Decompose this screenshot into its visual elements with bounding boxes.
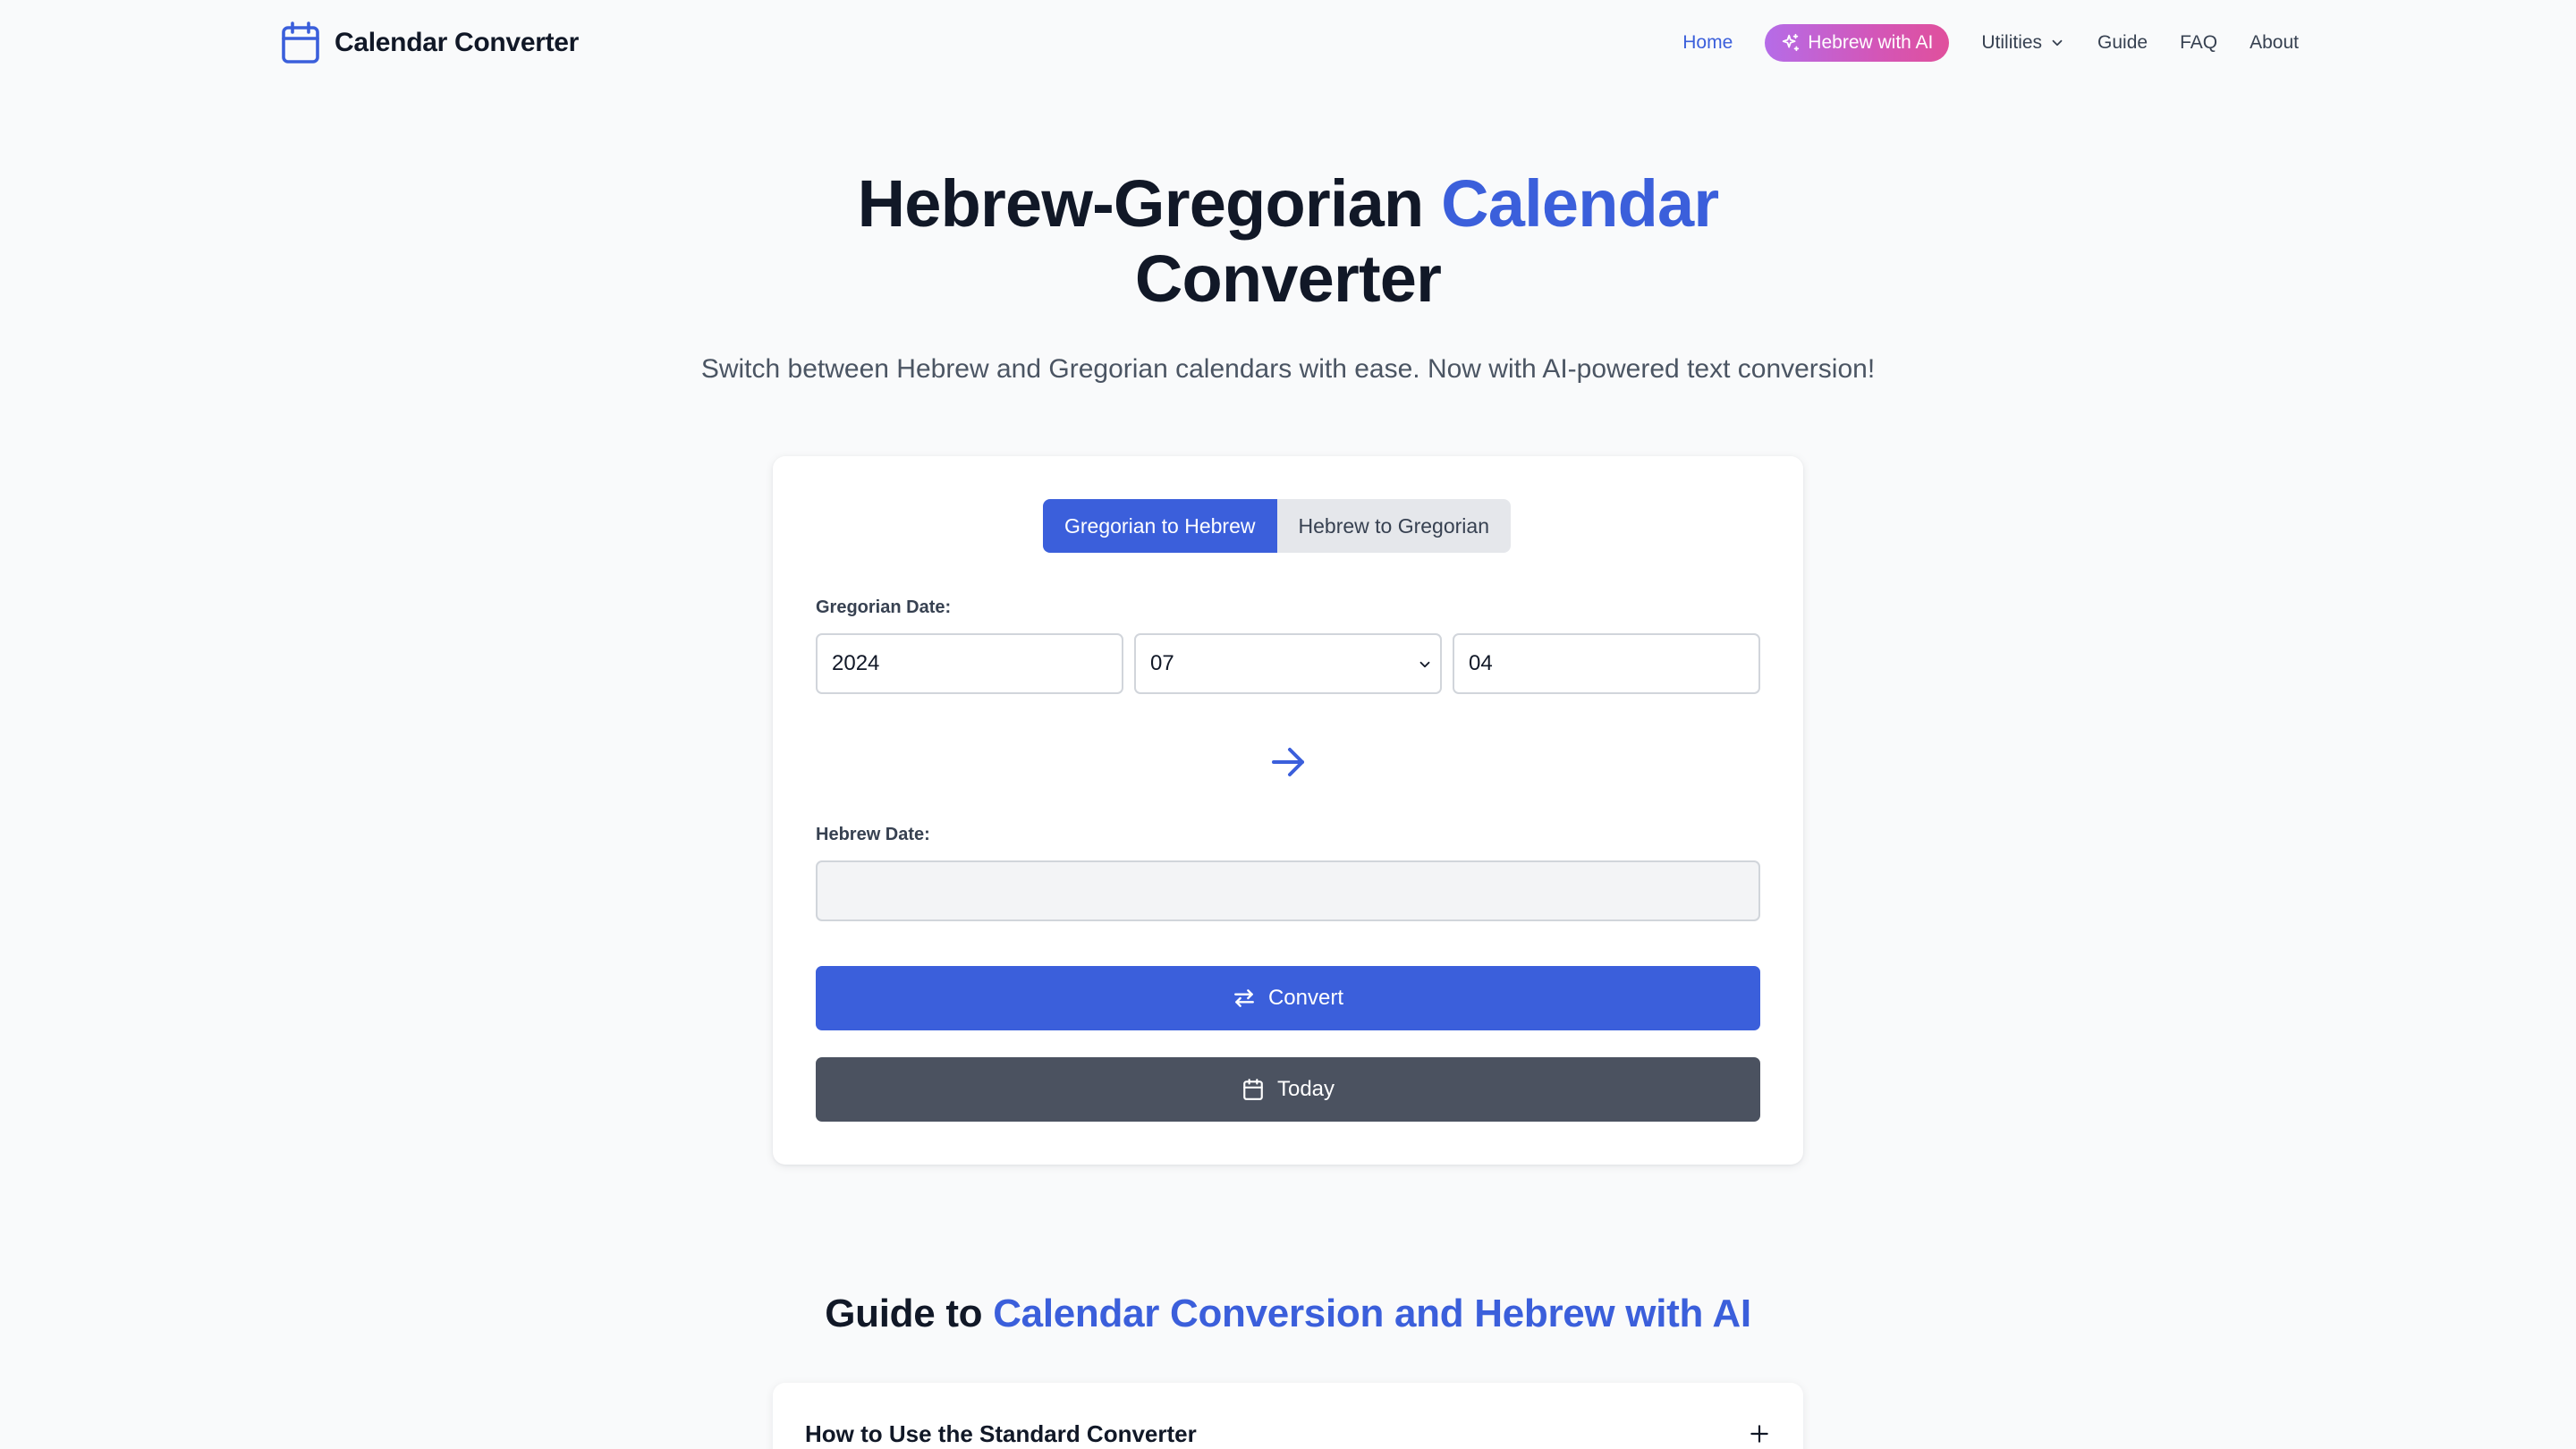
arrow-right-icon — [1267, 741, 1309, 788]
guide-title: Guide to Calendar Conversion and Hebrew … — [0, 1292, 2576, 1336]
today-button-label: Today — [1276, 1077, 1335, 1101]
guide-title-accent: Calendar Conversion and Hebrew with AI — [993, 1292, 1751, 1335]
accordion-title: How to Use the Standard Converter — [805, 1420, 1197, 1447]
guide-accordion-item[interactable]: How to Use the Standard Converter — [773, 1383, 1803, 1449]
nav-faq[interactable]: FAQ — [2180, 32, 2217, 54]
brand-name: Calendar Converter — [335, 28, 580, 57]
nav-utilities[interactable]: Utilities — [1981, 32, 2065, 54]
nav-guide[interactable]: Guide — [2097, 32, 2148, 54]
convert-button[interactable]: Convert — [816, 966, 1760, 1030]
year-input[interactable]: 2024 — [816, 633, 1123, 694]
title-part2: Converter — [1134, 242, 1442, 316]
calendar-icon — [1243, 1079, 1263, 1100]
nav-utilities-label: Utilities — [1981, 32, 2043, 53]
nav-home[interactable]: Home — [1682, 32, 1733, 54]
hebrew-date-label: Hebrew Date: — [816, 825, 930, 844]
convert-button-label: Convert — [1267, 986, 1344, 1010]
tab-hebrew-to-gregorian[interactable]: Hebrew to Gregorian — [1276, 499, 1511, 553]
converter-card: Gregorian to Hebrew Hebrew to Gregorian … — [773, 456, 1803, 1165]
sparkles-icon — [1783, 33, 1800, 52]
site-header: Calendar Converter Home Hebrew with AI U… — [0, 0, 2576, 86]
main-nav: Home Hebrew with AI Utilities Guide FAQ … — [1682, 23, 2299, 63]
nav-hebrew-ai-label: Hebrew with AI — [1808, 32, 1934, 53]
gregorian-date-fields: 2024 07 04 — [816, 633, 1760, 694]
brand[interactable]: Calendar Converter — [281, 21, 579, 64]
nav-hebrew-ai[interactable]: Hebrew with AI — [1765, 24, 1950, 62]
guide-title-part1: Guide to — [825, 1292, 994, 1335]
page-subtitle: Switch between Hebrew and Gregorian cale… — [700, 354, 1876, 384]
tab-gregorian-to-hebrew[interactable]: Gregorian to Hebrew — [1043, 499, 1277, 553]
title-part1: Hebrew-Gregorian — [857, 166, 1442, 241]
gregorian-date-label: Gregorian Date: — [816, 597, 952, 617]
nav-about[interactable]: About — [2250, 32, 2299, 54]
day-input[interactable]: 04 — [1453, 633, 1760, 694]
title-accent: Calendar — [1441, 166, 1719, 241]
month-value: 07 — [1150, 651, 1174, 675]
calendar-icon — [281, 21, 320, 64]
chevron-down-icon — [1419, 661, 1430, 668]
today-button[interactable]: Today — [816, 1057, 1760, 1122]
month-select[interactable]: 07 — [1134, 633, 1442, 694]
plus-icon[interactable] — [1748, 1422, 1771, 1449]
page-title: Hebrew-Gregorian Calendar Converter — [0, 166, 2576, 317]
swap-icon — [1234, 989, 1254, 1007]
conversion-tabs: Gregorian to Hebrew Hebrew to Gregorian — [1043, 499, 1511, 553]
chevron-down-icon — [2052, 39, 2063, 47]
hebrew-date-output — [816, 860, 1760, 921]
